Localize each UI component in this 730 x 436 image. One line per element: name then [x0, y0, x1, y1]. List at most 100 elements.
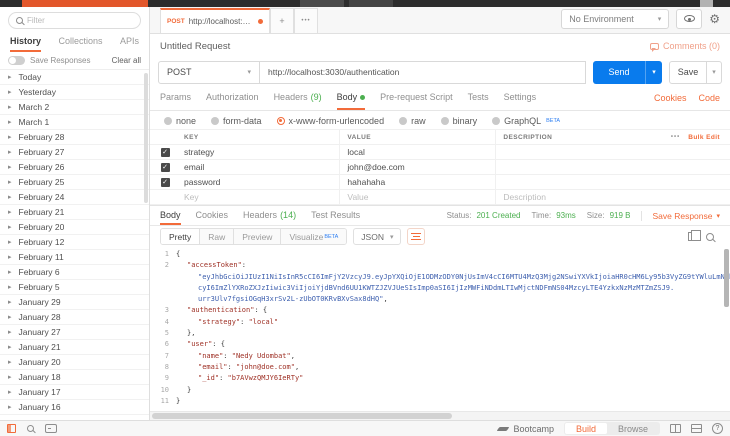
request-tab-body[interactable]: Body: [337, 86, 366, 110]
filter-box[interactable]: [8, 12, 141, 29]
new-tab-button[interactable]: +: [270, 8, 294, 33]
row-description[interactable]: [495, 175, 644, 189]
environment-preview-button[interactable]: [676, 9, 702, 29]
history-group[interactable]: ▸Yesterday: [0, 85, 149, 100]
history-group[interactable]: ▸February 6: [0, 265, 149, 280]
request-tab-authorization[interactable]: Authorization: [206, 86, 259, 110]
row-value[interactable]: hahahaha: [339, 175, 495, 189]
row-value[interactable]: local: [339, 145, 495, 159]
history-group[interactable]: ▸January 17: [0, 385, 149, 400]
history-group[interactable]: ▸February 21: [0, 205, 149, 220]
row-value[interactable]: john@doe.com: [339, 160, 495, 174]
response-tab-test-results[interactable]: Test Results: [311, 206, 360, 225]
table-more-button[interactable]: •••: [671, 134, 680, 140]
view-mode-visualize[interactable]: VisualizeBETA: [281, 229, 346, 244]
wrap-lines-button[interactable]: [407, 228, 425, 245]
browse-tab[interactable]: Browse: [607, 423, 659, 434]
row-description[interactable]: [495, 145, 644, 159]
history-group[interactable]: ▸January 29: [0, 295, 149, 310]
history-group[interactable]: ▸January 18: [0, 370, 149, 385]
request-tab-pre-request-script[interactable]: Pre-request Script: [380, 86, 453, 110]
method-select[interactable]: POST ▾: [158, 61, 260, 84]
sidebar-tab-collections[interactable]: Collections: [58, 32, 102, 52]
cookies-link[interactable]: Cookies: [654, 93, 687, 103]
history-group[interactable]: ▸February 26: [0, 160, 149, 175]
sidebar-tab-history[interactable]: History: [10, 32, 41, 52]
table-placeholder-row[interactable]: KeyValueDescription: [150, 189, 730, 205]
response-tab-cookies[interactable]: Cookies: [196, 206, 229, 225]
sidebar-tab-apis[interactable]: APIs: [120, 32, 139, 52]
body-mode-form-data[interactable]: form-data: [211, 116, 262, 126]
request-tab-params[interactable]: Params: [160, 86, 191, 110]
row-description[interactable]: [495, 160, 644, 174]
bulk-edit-link[interactable]: Bulk Edit: [688, 134, 720, 141]
settings-gear-icon[interactable]: ⚙: [709, 13, 720, 25]
horizontal-scrollbar[interactable]: [150, 411, 730, 420]
row-checkbox[interactable]: ✓: [161, 178, 170, 187]
history-group[interactable]: ▸January 28: [0, 310, 149, 325]
row-key[interactable]: password: [180, 177, 339, 187]
view-mode-pretty[interactable]: Pretty: [161, 229, 200, 244]
shortcuts-icon[interactable]: [691, 424, 702, 433]
open-request-tab[interactable]: POST http://localhost:3030/authenti...: [160, 8, 270, 33]
row-key[interactable]: strategy: [180, 147, 339, 157]
code-link[interactable]: Code: [698, 93, 720, 103]
response-tab-headers[interactable]: Headers(14): [243, 206, 296, 225]
save-button[interactable]: Save: [669, 61, 707, 84]
row-value[interactable]: Value: [339, 190, 495, 204]
history-group[interactable]: ▸March 1: [0, 115, 149, 130]
send-options-caret[interactable]: ▾: [645, 61, 662, 84]
console-icon[interactable]: [45, 424, 57, 433]
build-tab[interactable]: Build: [565, 423, 607, 434]
history-group[interactable]: ▸January 27: [0, 325, 149, 340]
history-group[interactable]: ▸February 27: [0, 145, 149, 160]
history-group[interactable]: ▸January 21: [0, 340, 149, 355]
request-name[interactable]: Untitled Request: [160, 41, 230, 52]
table-row[interactable]: ✓ passwordhahahaha: [150, 174, 730, 190]
row-key[interactable]: Key: [180, 192, 339, 202]
horizontal-scrollbar-thumb[interactable]: [152, 413, 452, 419]
tab-options-button[interactable]: •••: [294, 8, 318, 33]
copy-icon[interactable]: [688, 232, 696, 241]
history-group[interactable]: ▸February 24: [0, 190, 149, 205]
search-response-icon[interactable]: [706, 233, 714, 241]
environment-select[interactable]: No Environment ▾: [561, 9, 669, 29]
view-mode-raw[interactable]: Raw: [200, 229, 234, 244]
save-responses-toggle[interactable]: [8, 56, 25, 65]
body-mode-graphql[interactable]: GraphQLBETA: [492, 116, 560, 126]
two-pane-icon[interactable]: [670, 424, 681, 433]
history-group[interactable]: ▸February 12: [0, 235, 149, 250]
language-select[interactable]: JSON ▾: [353, 228, 401, 245]
save-response-button[interactable]: Save Response ▾: [641, 211, 720, 221]
history-group[interactable]: ▸January 20: [0, 355, 149, 370]
comments-button[interactable]: Comments (0): [650, 41, 720, 51]
history-group[interactable]: ▸February 25: [0, 175, 149, 190]
history-group[interactable]: ▸Today: [0, 70, 149, 85]
history-group[interactable]: ▸February 5: [0, 280, 149, 295]
request-tab-headers[interactable]: Headers(9): [274, 86, 322, 110]
find-icon[interactable]: [27, 425, 34, 432]
send-button[interactable]: Send: [593, 61, 645, 84]
row-description[interactable]: Description: [495, 190, 644, 204]
code-scrollbar[interactable]: [724, 249, 729, 307]
response-tab-body[interactable]: Body: [160, 206, 181, 225]
filter-input[interactable]: [27, 16, 133, 25]
row-checkbox[interactable]: ✓: [161, 163, 170, 172]
help-icon[interactable]: ?: [712, 423, 723, 434]
response-body-code[interactable]: 1{2"accessToken":"eyJhbGciOiJIUzI1NiIsIn…: [150, 247, 730, 411]
sidebar-scrollbar[interactable]: [144, 73, 148, 203]
body-mode-raw[interactable]: raw: [399, 116, 426, 126]
request-tab-tests[interactable]: Tests: [468, 86, 489, 110]
row-checkbox[interactable]: ✓: [161, 148, 170, 157]
sidebar-toggle-icon[interactable]: [7, 424, 16, 433]
save-options-caret[interactable]: ▾: [707, 61, 722, 84]
view-mode-preview[interactable]: Preview: [234, 229, 281, 244]
table-row[interactable]: ✓ emailjohn@doe.com: [150, 159, 730, 175]
history-group[interactable]: ▸February 28: [0, 130, 149, 145]
clear-all-link[interactable]: Clear all: [112, 56, 141, 65]
bootcamp-button[interactable]: Bootcamp: [498, 424, 554, 434]
row-key[interactable]: email: [180, 162, 339, 172]
body-mode-none[interactable]: none: [164, 116, 196, 126]
url-input[interactable]: [260, 61, 586, 84]
request-tab-settings[interactable]: Settings: [504, 86, 537, 110]
